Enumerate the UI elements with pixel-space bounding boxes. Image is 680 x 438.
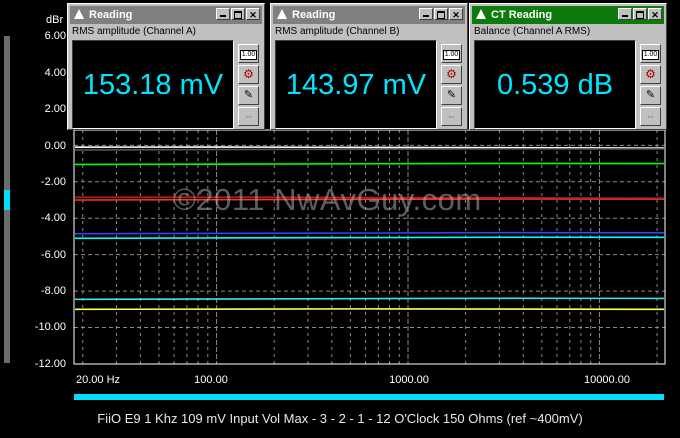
measurement-label: Balance (Channel A RMS) [474, 26, 591, 37]
close-button[interactable]: ✕ [648, 8, 662, 20]
close-button[interactable]: ✕ [246, 8, 260, 20]
x-tick-label: 1000.00 [389, 374, 429, 386]
reading-window-balance[interactable]: CT Reading ✕ Balance (Channel A RMS) 0.5… [469, 3, 667, 130]
format-button[interactable]: 1.00 [640, 44, 661, 63]
log-button[interactable]: ✎ [441, 86, 462, 105]
reading-value: 0.539 dB [496, 69, 614, 101]
y-tick-label: 4.00 [44, 67, 66, 79]
reading-display: 0.539 dB [474, 40, 636, 129]
arrows-icon: ⇔ [645, 111, 656, 122]
format-icon: 1.00 [641, 50, 660, 60]
gear-icon: ⚙ [645, 67, 656, 81]
app-icon [74, 9, 84, 19]
reading-value: 143.97 mV [285, 69, 427, 101]
trace-lines [74, 146, 665, 311]
y-tick-label: -4.00 [40, 212, 66, 224]
window-title: CT Reading [491, 9, 553, 21]
resize-button[interactable]: ⇔ [238, 107, 259, 126]
format-button[interactable]: 1.00 [441, 44, 462, 63]
log-button[interactable]: ✎ [640, 86, 661, 105]
horizontal-scrollbar[interactable] [74, 394, 664, 400]
format-icon: 1.00 [442, 50, 461, 60]
reading-display: 153.18 mV [72, 40, 234, 129]
resize-button[interactable]: ⇔ [640, 107, 661, 126]
trace-line [74, 236, 665, 240]
y-tick-label: 2.00 [44, 103, 66, 115]
y-tick-label: -6.00 [40, 249, 66, 261]
arrows-icon: ⇔ [446, 111, 457, 122]
trace-line [74, 162, 665, 166]
maximize-button[interactable] [434, 8, 448, 20]
trace-line [74, 148, 665, 151]
notepad-icon: ✎ [446, 89, 457, 101]
notepad-icon: ✎ [645, 89, 656, 101]
y-tick-label: 6.00 [44, 30, 66, 42]
window-title-bar[interactable]: Reading ✕ [70, 6, 262, 24]
x-tick-label: 10000.00 [584, 374, 630, 386]
window-title: Reading [89, 9, 133, 21]
gear-icon: ⚙ [243, 67, 254, 81]
x-tick-label: 100.00 [194, 374, 228, 386]
resize-button[interactable]: ⇔ [441, 107, 462, 126]
arrows-icon: ⇔ [243, 111, 254, 122]
settings-button[interactable]: ⚙ [441, 65, 462, 84]
window-title-bar[interactable]: Reading ✕ [273, 6, 465, 24]
minimize-button[interactable] [216, 8, 230, 20]
notepad-icon: ✎ [243, 89, 254, 101]
measurement-label: RMS amplitude (Channel A) [72, 26, 196, 37]
maximize-button[interactable] [231, 8, 245, 20]
window-title-bar[interactable]: CT Reading ✕ [472, 6, 664, 24]
reading-display: 143.97 mV [275, 40, 437, 129]
format-button[interactable]: 1.00 [238, 44, 259, 63]
watermark: ©2011 NwAvGuy.com [173, 182, 482, 217]
measurement-label: RMS amplitude (Channel B) [275, 26, 400, 37]
y-tick-label: 0.00 [44, 140, 66, 152]
app-icon [277, 9, 287, 19]
reading-window-channel-a[interactable]: Reading ✕ RMS amplitude (Channel A) 153.… [67, 3, 265, 130]
y-tick-label: -12.00 [34, 358, 66, 370]
y-tick-label: -10.00 [34, 321, 66, 333]
reading-value: 153.18 mV [82, 69, 224, 101]
trace-line [74, 146, 665, 149]
maximize-button[interactable] [633, 8, 647, 20]
log-button[interactable]: ✎ [238, 86, 259, 105]
gear-icon: ⚙ [446, 67, 457, 81]
settings-button[interactable]: ⚙ [238, 65, 259, 84]
trace-line [74, 231, 665, 235]
window-title: Reading [292, 9, 336, 21]
x-tick-label: 20.00 Hz [75, 374, 121, 386]
settings-button[interactable]: ⚙ [640, 65, 661, 84]
close-button[interactable]: ✕ [449, 8, 463, 20]
reading-window-channel-b[interactable]: Reading ✕ RMS amplitude (Channel B) 143.… [270, 3, 468, 130]
trace-line [74, 297, 665, 301]
plot-border [73, 129, 666, 365]
minimize-button[interactable] [419, 8, 433, 20]
format-icon: 1.00 [239, 50, 258, 60]
grid-lines [74, 130, 665, 365]
graph-caption: FiiO E9 1 Khz 109 mV Input Vol Max - 3 -… [97, 411, 583, 426]
y-tick-label: -2.00 [40, 176, 66, 188]
y-tick-label: -8.00 [40, 285, 66, 297]
minimize-button[interactable] [618, 8, 632, 20]
app-icon [476, 9, 486, 19]
